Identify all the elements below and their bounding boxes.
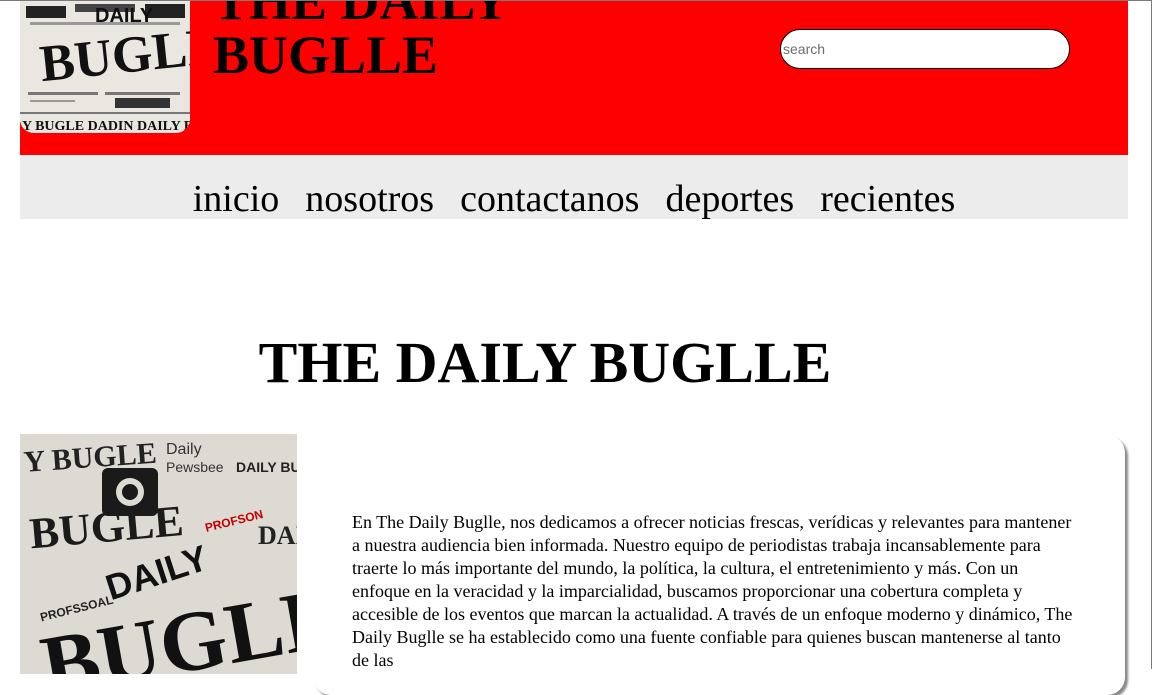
nav-item-contactanos[interactable]: contactanos (460, 179, 639, 219)
newspaper-hero-image: Y BUGLE Daily Pewsbee DAILY BUGLE BUGLE … (20, 434, 297, 674)
svg-text:DAILY BUGLE: DAILY BUGLE (236, 459, 297, 475)
main-nav: inicio nosotros contactanos deportes rec… (20, 155, 1128, 219)
page-title: THE DAILY BUGLLE (258, 330, 832, 395)
newspaper-logo-image[interactable]: BUGLLE DAILY Y BUGLE DADIN DAILY BUG (20, 0, 190, 133)
nav-item-nosotros[interactable]: nosotros (305, 179, 434, 219)
svg-text:DAILY: DAILY (95, 5, 154, 27)
site-title: THE DAILY BUGLLE (213, 0, 508, 85)
svg-text:Pewsbee: Pewsbee (166, 459, 224, 475)
nav-item-inicio[interactable]: inicio (193, 179, 280, 219)
about-card: En The Daily Buglle, nos dedicamos a ofr… (313, 435, 1125, 695)
search-input[interactable] (780, 29, 1070, 69)
svg-text:Daily: Daily (166, 441, 202, 458)
about-paragraph: En The Daily Buglle, nos dedicamos a ofr… (352, 512, 1073, 670)
page-wrapper: BUGLLE DAILY Y BUGLE DADIN DAILY BUG THE… (20, 0, 1128, 219)
nav-item-deportes[interactable]: deportes (665, 179, 794, 219)
svg-text:Y BUGLE DADIN DAILY BUG: Y BUGLE DADIN DAILY BUG (22, 119, 190, 133)
svg-text:DAIL: DAIL (258, 521, 297, 550)
site-header: BUGLLE DAILY Y BUGLE DADIN DAILY BUG THE… (20, 0, 1128, 155)
nav-item-recientes[interactable]: recientes (820, 179, 955, 219)
